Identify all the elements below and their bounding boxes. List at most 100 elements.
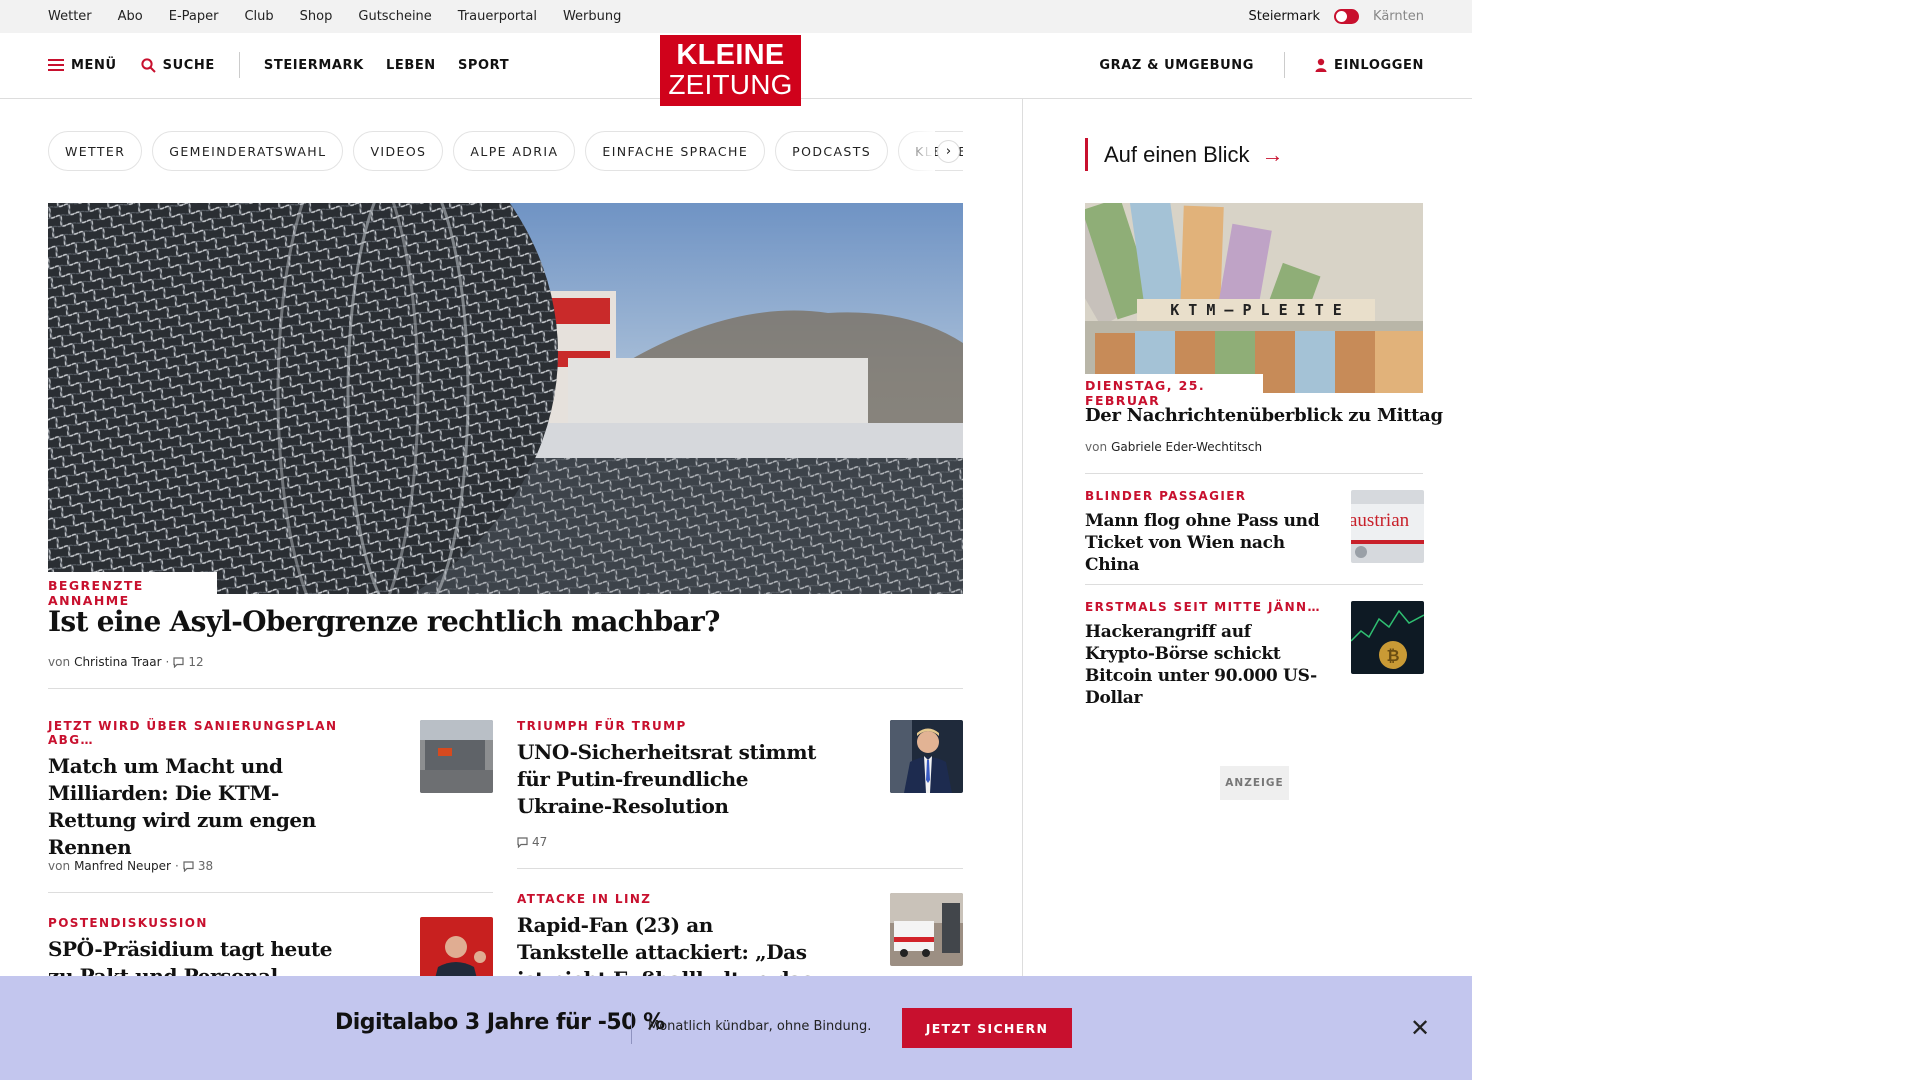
teaser-thumbnail-uno[interactable] [890,720,963,793]
teaser-kicker: ATTACKE IN LINZ [517,892,652,906]
comment-count[interactable]: 38 [198,859,213,873]
utility-bar: Wetter Abo E-Paper Club Shop Gutscheine … [0,0,1472,33]
teaser-thumbnail-ktm[interactable] [420,720,493,793]
menu-button[interactable]: MENÜ [48,58,117,73]
pill-wetter[interactable]: WETTER [48,131,143,171]
sidebar-heading[interactable]: Auf einen Blick → [1085,138,1284,171]
teaser-thumbnail-rapid[interactable] [890,893,963,966]
author-link[interactable]: Gabriele Eder-Wechtitsch [1111,440,1262,454]
author-link[interactable]: Manfred Neuper [74,859,171,873]
sidebar-thumbnail-bitcoin[interactable]: ₿ [1351,601,1424,674]
barbed-wire-photo [48,203,963,594]
hero-image[interactable] [48,203,963,594]
site-header: MENÜ SUCHE STEIERMARK LEBEN SPORT KLEINE… [0,33,1472,106]
pill-videos[interactable]: VIDEOS [353,131,444,171]
logo-line-1: KLEINE [676,39,785,71]
chevron-right-icon: › [945,144,952,159]
hero-headline[interactable]: Ist eine Asyl-Obergrenze rechtlich machb… [48,604,720,640]
nav-steiermark[interactable]: STEIERMARK [264,58,364,73]
teaser-ktm[interactable]: JETZT WIRD ÜBER SANIERUNGSPLAN ABG… Matc… [48,719,363,861]
teaser-byline-ktm: von Manfred Neuper · 38 [48,859,213,873]
pill-gemeinderatswahl[interactable]: GEMEINDERATSWAHL [152,131,344,171]
ktm-pleite-text: K T M – P L E I T E [1170,301,1342,319]
utility-link-shop[interactable]: Shop [300,9,333,24]
menu-label: MENÜ [71,57,117,73]
teaser-headline[interactable]: Match um Macht und Milliarden: Die KTM-R… [48,753,363,861]
pills-fade [895,131,935,171]
teaser-kicker: TRIUMPH FÜR TRUMP [517,719,687,733]
pill-podcasts[interactable]: PODCASTS [775,131,889,171]
sidebar-main-headline[interactable]: Der Nachrichtenüberblick zu Mittag [1085,404,1443,428]
login-label: EINLOGGEN [1334,57,1424,73]
sidebar-main-byline: von Gabriele Eder-Wechtitsch [1085,440,1262,454]
byline-dot: · [165,655,170,669]
sidebar-heading-label: Auf einen Blick [1104,141,1250,167]
subscribe-button[interactable]: JETZT SICHERN [902,1008,1072,1048]
header-right: GRAZ & UMGEBUNG EINLOGGEN [1099,33,1424,97]
search-button[interactable]: SUCHE [141,58,215,73]
arrow-right-icon: → [1261,141,1284,167]
teaser-headline[interactable]: UNO-Sicherheitsrat stimmt für Putin-freu… [517,739,822,820]
byline-prefix: von [48,655,71,669]
sidebar-main-kicker: DIENSTAG, 25. FEBRUAR [1085,374,1263,408]
ambulance-photo [890,893,963,966]
search-icon [141,57,156,73]
topic-pills: WETTER GEMEINDERATSWAHL VIDEOS ALPE ADRI… [48,131,963,171]
bitcoin-symbol-icon: ₿ [1386,646,1399,665]
teaser-divider [517,868,963,869]
utility-link-abo[interactable]: Abo [118,9,143,24]
header-divider [238,52,240,78]
sidebar-main-image[interactable]: K T M – P L E I T E [1085,203,1423,393]
nav-leben[interactable]: LEBEN [386,58,436,73]
utility-link-wetter[interactable]: Wetter [48,9,92,24]
austrian-airplane-photo: austrian [1351,490,1424,563]
sidebar-divider [1085,473,1423,474]
region-kaernten[interactable]: Kärnten [1373,9,1424,24]
banner-divider [631,1012,632,1044]
hero-byline: von Christina Traar · 12 [48,655,204,669]
utility-link-club[interactable]: Club [244,9,273,24]
sidebar-item-headline[interactable]: Hackerangriff auf Krypto-Börse schickt B… [1085,621,1325,709]
hero-kicker: BEGRENZTE ANNAHME [48,572,217,608]
blank-area [1472,0,1920,1080]
banner-text: Monatlich kündbar, ohne Bindung. [648,1019,872,1034]
byline-prefix: von [48,859,71,873]
trump-photo [890,720,963,793]
teaser-uno[interactable]: TRIUMPH FÜR TRUMP UNO-Sicherheitsrat sti… [517,719,822,820]
author-link[interactable]: Christina Traar [74,655,161,669]
euro-notes-photo: K T M – P L E I T E [1085,203,1423,393]
site-logo[interactable]: KLEINE ZEITUNG [660,35,801,106]
search-label: SUCHE [162,57,215,73]
austrian-logo-text: austrian [1351,510,1410,531]
logo-line-2: ZEITUNG [668,69,793,100]
comment-count[interactable]: 47 [532,835,547,849]
teaser-kicker: POSTENDISKUSSION [48,916,208,930]
pills-next-button[interactable]: › [937,140,960,163]
utility-link-trauerportal[interactable]: Trauerportal [458,9,537,24]
local-edition-link[interactable]: GRAZ & UMGEBUNG [1099,58,1254,73]
login-button[interactable]: EINLOGGEN [1315,58,1424,73]
utility-link-epaper[interactable]: E-Paper [169,9,219,24]
pill-alpe-adria[interactable]: ALPE ADRIA [453,131,576,171]
header-left: MENÜ SUCHE STEIERMARK LEBEN SPORT [48,33,526,97]
utility-link-gutscheine[interactable]: Gutscheine [358,9,431,24]
byline-prefix: von [1085,440,1108,454]
teaser-byline-uno: 47 [517,835,547,849]
banner-title: Digitalabo 3 Jahre für -50 % [335,1010,665,1035]
sidebar-item-headline[interactable]: Mann flog ohne Pass und Ticket von Wien … [1085,510,1325,576]
nav-sport[interactable]: SPORT [458,58,509,73]
region-toggle[interactable] [1334,9,1360,24]
ad-label: ANZEIGE [1220,766,1289,800]
region-switch: Steiermark Kärnten [1248,0,1424,33]
byline-dot: · [174,859,179,873]
teaser-divider [48,892,493,893]
header-divider-right [1284,52,1286,78]
close-icon[interactable]: ✕ [1408,1016,1432,1040]
utility-link-werbung[interactable]: Werbung [563,9,621,24]
sidebar-thumbnail-austrian[interactable]: austrian [1351,490,1424,563]
pill-einfache-sprache[interactable]: EINFACHE SPRACHE [585,131,766,171]
region-steiermark[interactable]: Steiermark [1248,9,1320,24]
comment-icon [173,656,184,668]
hero-divider [48,688,963,689]
comment-count[interactable]: 12 [188,655,203,669]
